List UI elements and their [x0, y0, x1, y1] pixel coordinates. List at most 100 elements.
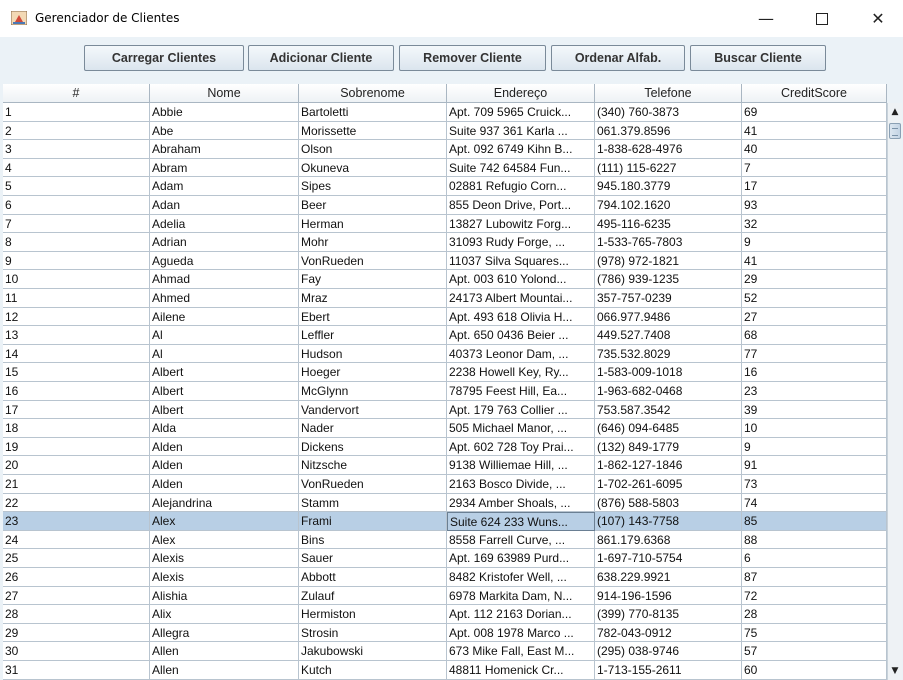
add-client-button[interactable]: Adicionar Cliente	[248, 45, 394, 71]
cell-endereco[interactable]: Suite 742 64584 Fun...	[447, 158, 595, 178]
table-row[interactable]: 21 Alden VonRueden 2163 Bosco Divide, ... 1-…	[3, 475, 887, 494]
cell-telefone[interactable]: 782-043-0912	[595, 623, 742, 643]
cell-nome[interactable]: Alix	[150, 605, 299, 624]
cell-sobrenome[interactable]: VonRueden	[299, 251, 447, 271]
cell-nome[interactable]: Allegra	[150, 623, 299, 643]
cell-number[interactable]: 10	[3, 270, 150, 289]
cell-telefone[interactable]: 357-757-0239	[595, 289, 742, 308]
cell-endereco[interactable]: 31093 Rudy Forge, ...	[447, 233, 595, 252]
cell-telefone[interactable]: (399) 770-8135	[595, 605, 742, 624]
cell-number[interactable]: 15	[3, 363, 150, 382]
cell-creditscore[interactable]: 74	[742, 493, 887, 513]
cell-sobrenome[interactable]: McGlynn	[299, 382, 447, 401]
cell-creditscore[interactable]: 60	[742, 661, 887, 680]
cell-sobrenome[interactable]: Bartoletti	[299, 103, 447, 122]
cell-telefone[interactable]: 449.527.7408	[595, 326, 742, 345]
column-header-number[interactable]: #	[3, 84, 150, 103]
table-row[interactable]: 24 Alex Bins 8558 Farrell Curve, ... 861.179…	[3, 530, 887, 550]
cell-sobrenome[interactable]: Hermiston	[299, 605, 447, 624]
cell-endereco[interactable]: 2238 Howell Key, Ry...	[447, 363, 595, 382]
cell-telefone[interactable]: 1-963-682-0468	[595, 382, 742, 401]
table-row[interactable]: 13 Al Leffler Apt. 650 0436 Beier ... 449.52…	[3, 326, 887, 345]
cell-endereco[interactable]: 40373 Leonor Dam, ...	[447, 344, 595, 364]
cell-nome[interactable]: Alden	[150, 475, 299, 494]
cell-number[interactable]: 2	[3, 121, 150, 141]
cell-number[interactable]: 12	[3, 307, 150, 327]
cell-sobrenome[interactable]: Nader	[299, 419, 447, 438]
cell-nome[interactable]: Adrian	[150, 233, 299, 252]
cell-number[interactable]: 7	[3, 214, 150, 234]
cell-nome[interactable]: Al	[150, 344, 299, 364]
cell-endereco[interactable]: 505 Michael Manor, ...	[447, 419, 595, 438]
cell-endereco[interactable]: Suite 937 361 Karla ...	[447, 121, 595, 141]
cell-endereco[interactable]: Apt. 169 63989 Purd...	[447, 549, 595, 568]
table-row[interactable]: 30 Allen Jakubowski 673 Mike Fall, East M..…	[3, 642, 887, 661]
cell-endereco[interactable]: Apt. 709 5965 Cruick...	[447, 103, 595, 122]
table-row[interactable]: 23 Alex Frami Suite 624 233 Wuns... (107) 14…	[3, 512, 887, 531]
scroll-up-arrow-icon[interactable]: ▲	[888, 105, 902, 119]
cell-sobrenome[interactable]: Okuneva	[299, 158, 447, 178]
cell-number[interactable]: 23	[3, 512, 150, 531]
cell-endereco[interactable]: Apt. 092 6749 Kihn B...	[447, 140, 595, 159]
cell-telefone[interactable]: (107) 143-7758	[595, 512, 742, 531]
cell-endereco[interactable]: Apt. 493 618 Olivia H...	[447, 307, 595, 327]
cell-endereco[interactable]: Apt. 008 1978 Marco ...	[447, 623, 595, 643]
table-row[interactable]: 6 Adan Beer 855 Deon Drive, Port... 794.102.…	[3, 196, 887, 215]
table-row[interactable]: 1 Abbie Bartoletti Apt. 709 5965 Cruick...(…	[3, 103, 887, 122]
cell-creditscore[interactable]: 41	[742, 121, 887, 141]
cell-nome[interactable]: Ahmad	[150, 270, 299, 289]
cell-telefone[interactable]: (295) 038-9746	[595, 642, 742, 661]
cell-sobrenome[interactable]: Strosin	[299, 623, 447, 643]
cell-nome[interactable]: Alex	[150, 530, 299, 550]
maximize-button[interactable]	[799, 0, 845, 37]
cell-endereco[interactable]: 11037 Silva Squares...	[447, 251, 595, 271]
table-row[interactable]: 26 Alexis Abbott 8482 Kristofer Well, ... 63…	[3, 568, 887, 587]
cell-telefone[interactable]: 1-533-765-7803	[595, 233, 742, 252]
cell-nome[interactable]: Albert	[150, 400, 299, 420]
table-row[interactable]: 10 Ahmad Fay Apt. 003 610 Yolond... (786) 93…	[3, 270, 887, 289]
cell-number[interactable]: 11	[3, 289, 150, 308]
table-row[interactable]: 3 Abraham Olson Apt. 092 6749 Kihn B... 1-83…	[3, 140, 887, 159]
cell-telefone[interactable]: (111) 115-6227	[595, 158, 742, 178]
remove-client-button[interactable]: Remover Cliente	[399, 45, 546, 71]
table-row[interactable]: 5 Adam Sipes 02881 Refugio Corn... 945.180.3…	[3, 177, 887, 196]
cell-nome[interactable]: Albert	[150, 382, 299, 401]
cell-nome[interactable]: Adan	[150, 196, 299, 215]
cell-sobrenome[interactable]: Vandervort	[299, 400, 447, 420]
cell-nome[interactable]: Abraham	[150, 140, 299, 159]
column-header-telefone[interactable]: Telefone	[595, 84, 742, 103]
cell-nome[interactable]: Allen	[150, 642, 299, 661]
cell-nome[interactable]: Alejandrina	[150, 493, 299, 513]
vertical-scrollbar[interactable]: ▲ ▼	[887, 103, 902, 680]
cell-creditscore[interactable]: 91	[742, 456, 887, 475]
cell-sobrenome[interactable]: Ebert	[299, 307, 447, 327]
cell-creditscore[interactable]: 93	[742, 196, 887, 215]
cell-number[interactable]: 16	[3, 382, 150, 401]
table-row[interactable]: 28 Alix Hermiston Apt. 112 2163 Dorian... (3…	[3, 605, 887, 624]
cell-sobrenome[interactable]: Frami	[299, 512, 447, 531]
cell-sobrenome[interactable]: Hudson	[299, 344, 447, 364]
cell-sobrenome[interactable]: Sauer	[299, 549, 447, 568]
cell-number[interactable]: 5	[3, 177, 150, 196]
cell-creditscore[interactable]: 85	[742, 512, 887, 531]
table-row[interactable]: 7 Adelia Herman 13827 Lubowitz Forg... 495-1…	[3, 214, 887, 234]
table-row[interactable]: 15 Albert Hoeger 2238 Howell Key, Ry... 1-58…	[3, 363, 887, 382]
table-row[interactable]: 19 Alden Dickens Apt. 602 728 Toy Prai... (1…	[3, 437, 887, 457]
cell-telefone[interactable]: (340) 760-3873	[595, 103, 742, 122]
cell-sobrenome[interactable]: Morissette	[299, 121, 447, 141]
cell-number[interactable]: 14	[3, 344, 150, 364]
cell-creditscore[interactable]: 39	[742, 400, 887, 420]
table-row[interactable]: 18 Alda Nader 505 Michael Manor, ... (646) 0…	[3, 419, 887, 438]
cell-nome[interactable]: Alexis	[150, 549, 299, 568]
cell-endereco[interactable]: Apt. 112 2163 Dorian...	[447, 605, 595, 624]
cell-endereco[interactable]: Apt. 650 0436 Beier ...	[447, 326, 595, 345]
cell-number[interactable]: 19	[3, 437, 150, 457]
cell-telefone[interactable]: 735.532.8029	[595, 344, 742, 364]
cell-endereco[interactable]: 13827 Lubowitz Forg...	[447, 214, 595, 234]
cell-endereco[interactable]: 2934 Amber Shoals, ...	[447, 493, 595, 513]
cell-telefone[interactable]: (876) 588-5803	[595, 493, 742, 513]
cell-telefone[interactable]: 638.229.9921	[595, 568, 742, 587]
cell-nome[interactable]: Allen	[150, 661, 299, 680]
cell-telefone[interactable]: 1-697-710-5754	[595, 549, 742, 568]
cell-number[interactable]: 31	[3, 661, 150, 680]
